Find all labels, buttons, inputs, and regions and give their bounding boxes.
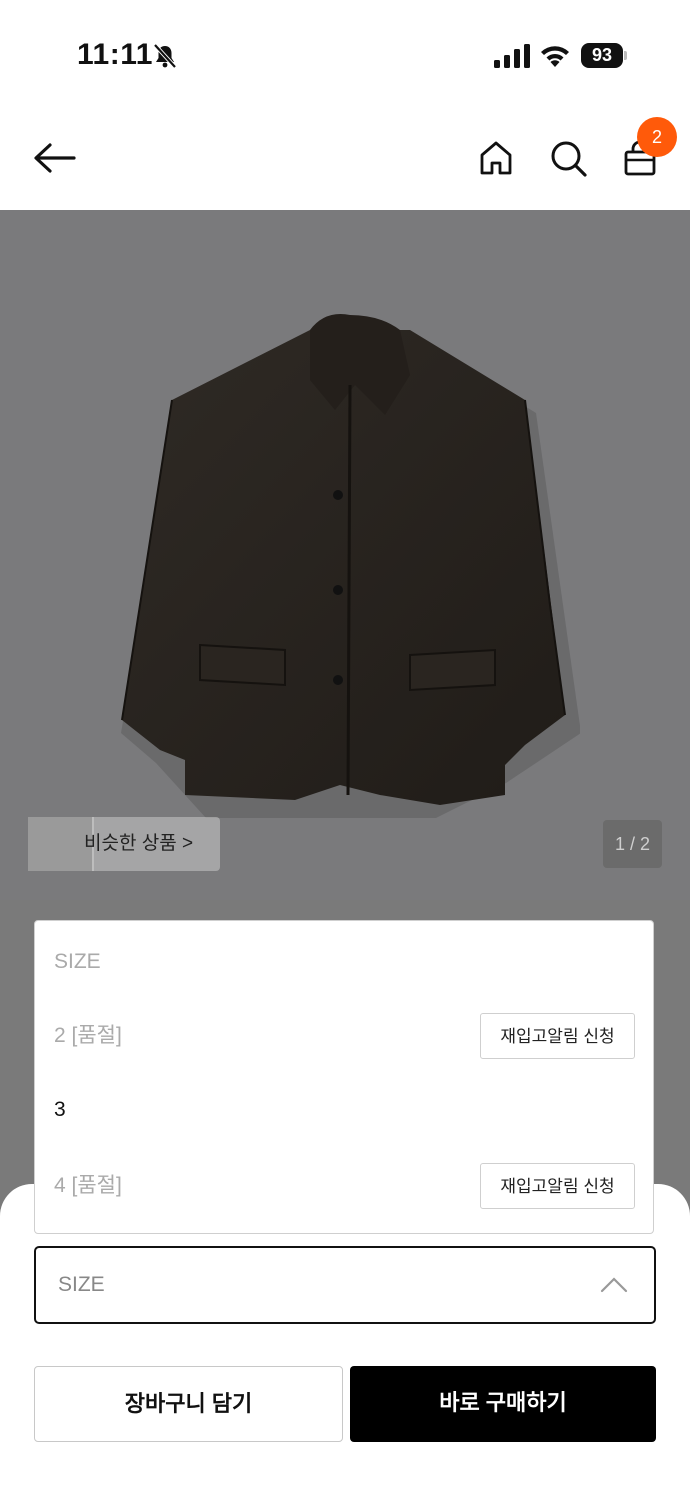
size-option-label: 2 [품절] [54, 1024, 122, 1047]
size-select[interactable]: SIZE [34, 1246, 656, 1324]
bell-muted-icon [153, 43, 177, 69]
wifi-icon [541, 46, 569, 67]
buy-now-button[interactable]: 바로 구매하기 [350, 1366, 656, 1442]
size-select-value: SIZE [58, 1273, 105, 1296]
size-option-label: 3 [54, 1098, 66, 1121]
app-header [0, 100, 690, 210]
similar-products-label: 비슷한 상품 > [84, 833, 194, 854]
size-option-label: 4 [품절] [54, 1174, 122, 1197]
battery-nub [624, 51, 627, 60]
size-list-header: SIZE [35, 925, 653, 999]
size-option-2: 2 [품절] 재입고알림 신청 [35, 999, 653, 1073]
restock-alert-button[interactable]: 재입고알림 신청 [480, 1163, 635, 1209]
product-image-gallery[interactable]: 비슷한 상품 > 1 / 2 [0, 210, 690, 900]
size-list-title: SIZE [54, 950, 101, 973]
search-icon[interactable] [548, 138, 588, 178]
battery-indicator: 93 [581, 43, 627, 68]
size-option-4: 4 [품절] 재입고알림 신청 [35, 1149, 653, 1223]
home-icon[interactable] [476, 138, 516, 178]
image-pager: 1 / 2 [603, 820, 662, 868]
back-arrow-icon[interactable] [30, 140, 78, 176]
size-options-list: SIZE 2 [품절] 재입고알림 신청 3 4 [품절] 재입고알림 신청 [34, 920, 654, 1234]
battery-level: 93 [581, 43, 623, 68]
chevron-up-icon [600, 1277, 628, 1293]
cellular-signal-icon [494, 44, 530, 68]
similar-products-button[interactable]: 비슷한 상품 > [28, 817, 220, 871]
restock-alert-button[interactable]: 재입고알림 신청 [480, 1013, 635, 1059]
product-image [121, 314, 580, 818]
status-bar: 11:11 93 [0, 0, 690, 100]
size-option-3[interactable]: 3 [35, 1073, 653, 1147]
add-to-cart-button[interactable]: 장바구니 담기 [34, 1366, 343, 1442]
status-time: 11:11 [77, 38, 153, 71]
cart-count-badge: 2 [637, 117, 677, 157]
